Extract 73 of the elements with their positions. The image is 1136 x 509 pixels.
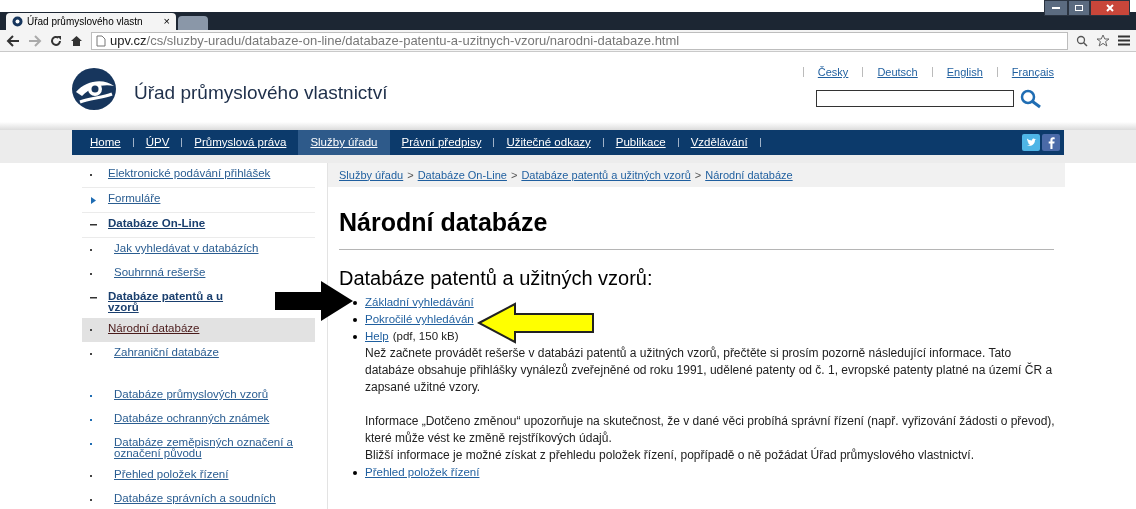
nav-link[interactable]: Vzdělávání [678,130,760,155]
breadcrumb-link[interactable]: Služby úřadu [339,166,404,184]
file-info: (pdf, 150 kB) [392,329,459,344]
breadcrumb-link[interactable]: Národní databáze [705,166,793,184]
language-link[interactable]: English [946,64,983,81]
breadcrumb-link[interactable]: Databáze On-Line [417,166,507,184]
page-icon [96,34,106,47]
sidebar-link[interactable]: Databáze zeměpisných označení a označení původu [114,437,315,459]
search-field[interactable] [816,90,1014,107]
bullet-icon [353,335,357,339]
sidebar-link[interactable]: Jak vyhledávat v databázích [114,243,259,254]
document-link[interactable]: Přehled položek řízení [365,464,480,481]
nav-link[interactable]: Právní předpisy [389,130,494,155]
nav-link[interactable]: Užitečné odkazy [494,130,603,155]
facebook-icon[interactable] [1042,134,1060,151]
nav-link[interactable]: Home [78,130,133,155]
site-icon [12,16,23,27]
nav-link[interactable]: ÚPV [133,130,182,155]
sidebar-link[interactable]: Formuláře [108,193,161,204]
nav-link[interactable]: Služby úřadu [298,130,390,155]
search-icon[interactable] [1020,88,1042,109]
nav-link[interactable]: Průmyslová práva [182,130,299,155]
sidebar-link[interactable]: Databáze ochranných známek [114,413,270,424]
close-icon[interactable]: × [163,13,170,30]
close-window-button[interactable] [1090,0,1130,16]
star-icon[interactable] [1096,34,1110,47]
home-icon[interactable] [70,34,83,47]
browser-tab[interactable]: Úřad průmyslového vlastn × [6,13,176,30]
paragraph: Než začnete provádět rešerše v databázi patentů a užitných vzorů, přečtěte si prosím pozorně následující informace. Tato databáze obsahuje přihlášky vynálezů zveřejněné od roku 1991, udělené patenty od č. 1, evropské patenty platné na území ČR a zapsané užitné vzory. [365,345,1054,396]
sidebar-link[interactable]: Databáze On-Line [108,218,206,229]
bullet-icon [353,318,357,322]
site-title: Úřad průmyslového vlastnictví [134,80,388,105]
language-link[interactable]: Česky [817,64,849,81]
url-text: upv.cz/cs/sluzby-uradu/databaze-on-line/databaze-patentu-a-uzitnych-vzoru/narodni-databaze.html [110,31,680,50]
sidebar-link[interactable]: Přehled položek řízení [114,469,229,480]
twitter-icon[interactable] [1022,134,1040,151]
sidebar-link[interactable]: Elektronické podávání přihlášek [108,168,271,179]
breadcrumb-link[interactable]: Databáze patentů a užitných vzorů [521,166,691,184]
breadcrumb-separator: > [510,167,518,183]
bullet-icon [353,471,357,475]
minimize-icon [1052,7,1060,9]
expand-icon[interactable] [90,196,97,204]
language-link[interactable]: Français [1011,64,1054,81]
sidebar-link[interactable]: Databáze patentů a u vzorů [108,291,224,313]
maximize-button[interactable] [1068,0,1090,16]
zoom-icon[interactable] [1076,34,1088,47]
reload-icon[interactable] [50,34,62,47]
nav-link[interactable]: Publikace [603,130,678,155]
section-heading: Databáze patentů a užitných vzorů: [339,266,654,290]
language-link[interactable]: Deutsch [877,64,918,81]
breadcrumb-separator: > [407,167,414,183]
sidebar-link[interactable]: Národní databáze [108,323,200,334]
sidebar-link[interactable]: Databáze průmyslových vzorů [114,389,269,400]
page-title: Národní databáze [339,207,549,237]
tab-title: Úřad průmyslového vlastn [27,14,144,29]
paragraph: Informace „Dotčeno změnou“ upozorňuje na skutečnost, že v dané věci probíhá správní řízení (např. vyřizování žádosti o převod), které může vést ke změně rejstříkových údajů. [365,413,1056,447]
maximize-icon [1075,5,1083,11]
document-link[interactable]: Help [365,328,389,345]
menu-icon[interactable] [1118,35,1130,46]
document-link[interactable]: Pokročilé vyhledáván [365,311,474,328]
bullet-icon [353,301,357,305]
back-icon[interactable] [6,34,20,47]
breadcrumb-separator: > [694,167,702,183]
minimize-button[interactable] [1044,0,1068,16]
close-icon [1106,4,1114,12]
document-link[interactable]: Základní vyhledávání [365,294,474,311]
sidebar-link[interactable]: Zahraniční databáze [114,347,219,358]
collapse-icon[interactable] [90,221,97,229]
sidebar-link[interactable]: Souhrnná rešerše [114,267,206,278]
address-bar[interactable]: upv.cz/cs/sluzby-uradu/databaze-on-line/databaze-patentu-a-uzitnych-vzoru/narodni-databaze.html [91,31,1068,50]
sidebar-link[interactable]: Databáze správních a soudních [114,493,276,504]
collapse-icon[interactable] [90,294,97,302]
paragraph: Bližší informace je možné získat z přehledu položek řízení, popřípadě o ně požádat Úřad průmyslového vlastnictví. [365,447,975,464]
